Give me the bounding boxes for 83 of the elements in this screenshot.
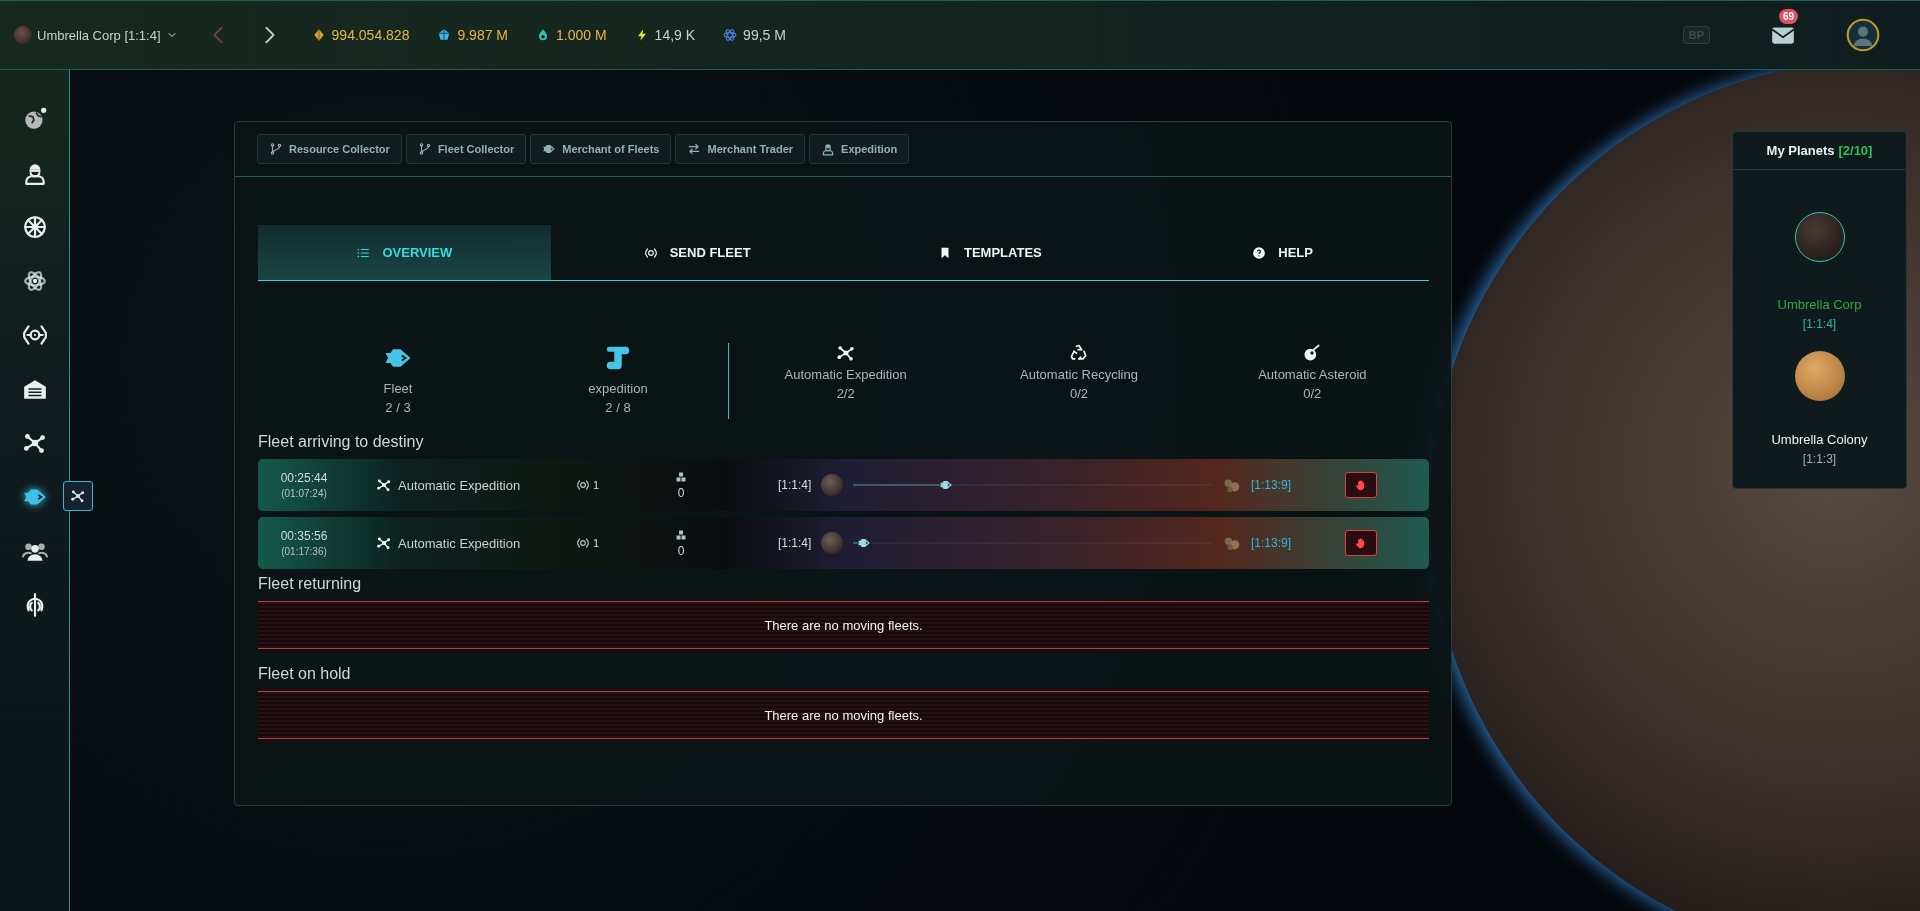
asteroid-icon xyxy=(1302,343,1323,363)
slot-count: 0/2 xyxy=(1069,386,1089,401)
planet-count: [2/10] xyxy=(1838,143,1873,158)
subnav-button[interactable]: Fleet Collector xyxy=(405,134,527,164)
planet-image[interactable] xyxy=(1794,212,1845,262)
nodes-icon xyxy=(376,477,392,493)
unread-count-badge: 69 xyxy=(1779,9,1799,24)
slot-count: 0/2 xyxy=(1303,386,1322,401)
atom-icon xyxy=(723,28,738,42)
slot-label: expedition xyxy=(588,381,648,396)
cargo-count: 0 xyxy=(677,485,685,500)
gem-icon xyxy=(437,28,452,42)
planet-coords: [1:1:3] xyxy=(1802,452,1837,466)
nodes-icon xyxy=(835,343,856,363)
slot-label: Automatic Expedition xyxy=(784,367,907,382)
ship-count: 1 xyxy=(593,537,600,549)
atom-icon[interactable] xyxy=(21,268,48,294)
nodes-icon xyxy=(376,535,392,551)
total-time: (01:07:24) xyxy=(281,488,327,499)
flyout-button[interactable] xyxy=(62,481,93,511)
tab[interactable]: HELP xyxy=(1136,225,1429,280)
slot-label: Automatic Recycling xyxy=(1020,367,1138,382)
boxes-icon xyxy=(675,528,687,541)
planet-icon xyxy=(14,26,32,44)
slot-label: Fleet xyxy=(383,381,413,396)
subnav-button[interactable]: Resource Collector xyxy=(257,134,402,164)
empty-message: There are no moving fleets. xyxy=(258,601,1429,649)
avatar-silhouette[interactable] xyxy=(1846,18,1880,52)
tie-fighter-icon[interactable] xyxy=(21,322,48,348)
boxes-icon xyxy=(675,470,687,483)
tab[interactable]: OVERVIEW xyxy=(258,225,551,280)
destination-coords[interactable]: [1:13:9] xyxy=(1250,536,1291,550)
time-remaining: 00:35:56 xyxy=(280,529,328,543)
target-icon xyxy=(643,245,658,260)
ship-count: 1 xyxy=(593,479,600,491)
subnav-button[interactable]: Merchant of Fleets xyxy=(530,134,672,164)
slot-label: Automatic Asteroid xyxy=(1258,367,1367,382)
nodes-icon xyxy=(69,488,86,504)
planet-icon xyxy=(821,474,844,496)
total-time: (01:17:36) xyxy=(281,546,327,557)
planet-icon xyxy=(821,532,844,554)
section-title: Fleet arriving to destiny xyxy=(258,433,425,451)
resource-amount: 9.987 M xyxy=(457,27,508,43)
recycle-icon xyxy=(1069,343,1089,363)
slot-count: 2/2 xyxy=(836,386,855,401)
branch-icon xyxy=(417,142,432,156)
origin-coords[interactable]: [1:1:4] xyxy=(778,478,812,492)
pilot-icon xyxy=(821,142,836,156)
destination-coords[interactable]: [1:13:9] xyxy=(1250,478,1291,492)
planet-name[interactable]: Umbrella Corp xyxy=(1777,297,1862,312)
mission-name: Automatic Expedition xyxy=(398,477,521,493)
cargo-count: 0 xyxy=(677,543,685,558)
branch-icon xyxy=(269,142,283,156)
recall-button[interactable] xyxy=(1345,530,1377,556)
resource-amount: 1.000 M xyxy=(556,27,607,43)
ship-icon xyxy=(938,478,953,492)
ship-icon xyxy=(856,536,871,550)
resource-amount: 99,5 M xyxy=(743,27,786,43)
subnav-button[interactable]: Merchant Trader xyxy=(675,134,806,164)
help-icon xyxy=(1252,245,1267,260)
time-remaining: 00:25:44 xyxy=(280,471,328,485)
emblem-icon[interactable] xyxy=(21,214,48,240)
recall-button[interactable] xyxy=(1345,472,1377,498)
planet-coords: [1:1:4] xyxy=(1802,317,1837,331)
origin-coords[interactable]: [1:1:4] xyxy=(778,536,812,550)
resource-amount: 994.054.828 xyxy=(331,27,410,43)
swap-icon xyxy=(687,142,702,156)
slot-count: 2 / 8 xyxy=(605,400,631,415)
subnav-button[interactable]: Expedition xyxy=(809,134,910,164)
resource-amount: 14,9 K xyxy=(654,27,696,43)
mission-name: Automatic Expedition xyxy=(398,535,521,551)
empty-message: There are no moving fleets. xyxy=(258,691,1429,739)
tab[interactable]: SEND FLEET xyxy=(550,225,844,280)
ship-icon xyxy=(542,142,557,156)
panel-title: My Planets xyxy=(1766,143,1835,158)
tab[interactable]: TEMPLATES xyxy=(843,225,1137,280)
slot-count: 2 / 3 xyxy=(385,400,411,415)
planet-selector[interactable]: Umbrella Corp [1:1:4] xyxy=(14,26,178,44)
planet-image[interactable] xyxy=(1794,351,1845,401)
section-title: Fleet on hold xyxy=(258,665,352,683)
planet-name[interactable]: Umbrella Colony xyxy=(1771,432,1868,447)
section-title: Fleet returning xyxy=(258,575,363,593)
drop-icon xyxy=(536,28,550,42)
